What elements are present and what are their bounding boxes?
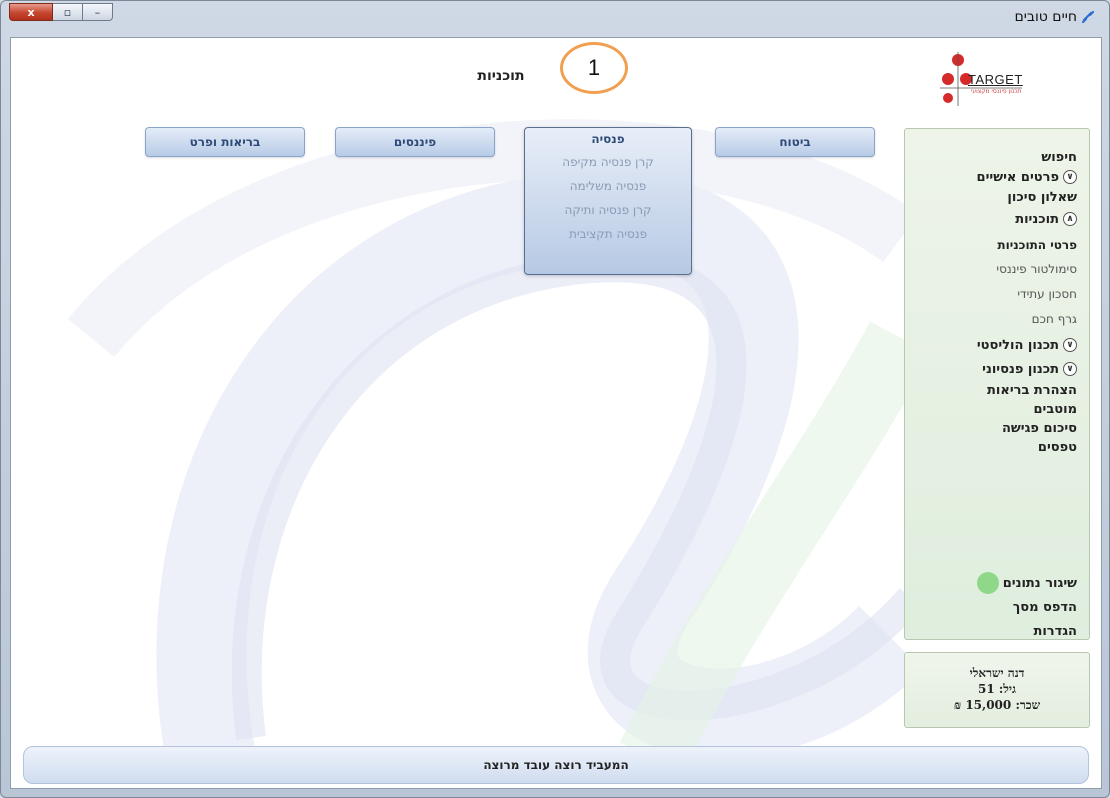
logo-text: TARGET — [968, 72, 1023, 87]
sidebar-item-label: תוכניות — [1015, 211, 1059, 227]
app-window: x ▫ – חיים טובים TARGET תכנון פיננסי מקצ… — [0, 0, 1110, 798]
annotation-marker: 1 — [560, 42, 628, 94]
sidebar-item-meeting-summary[interactable]: סיכום פגישה — [1002, 418, 1077, 438]
sidebar-item-label: מוטבים — [1033, 401, 1077, 417]
sidebar-item-smart-graph[interactable]: גרף חכם — [1032, 309, 1077, 329]
title-bar: x ▫ – חיים טובים — [1, 1, 1109, 37]
nav-finance-button[interactable]: פיננסים — [335, 127, 495, 157]
window-title: חיים טובים — [1014, 9, 1077, 25]
client-name: דנה ישראלי — [969, 666, 1025, 680]
pension-dropdown: פנסיה קרן פנסיה מקיפה פנסיה משלימה קרן פ… — [524, 127, 692, 275]
client-salary: שכר: 15,000 ₪ — [953, 698, 1041, 712]
status-bar: המעביד רוצה עובד מרוצה — [23, 746, 1089, 784]
sidebar-item-label: תכנון פנסיוני — [982, 361, 1059, 377]
print-screen-button[interactable]: הדפס מסך — [1013, 597, 1077, 617]
main-content: TARGET תכנון פיננסי מקצועי תוכניות 1 ביט… — [10, 37, 1102, 789]
sidebar-item-holistic-planning[interactable]: תכנון הוליסטי ∨ — [977, 335, 1077, 355]
client-age: גיל: 51 — [977, 682, 1017, 696]
sidebar-item-label: חיפוש — [1041, 149, 1077, 165]
sidebar-item-label: סימולטור פיננסי — [996, 262, 1077, 276]
sidebar-item-plans[interactable]: תוכניות ∧ — [1015, 209, 1077, 229]
chevron-down-icon: ∨ — [1063, 338, 1077, 352]
window-title-area: חיים טובים — [1014, 9, 1095, 25]
sidebar-item-label: פרטים אישיים — [976, 169, 1059, 185]
sidebar-item-label: סיכום פגישה — [1001, 420, 1077, 436]
sidebar-item-label: שאלון סיכון — [1007, 189, 1077, 205]
nav-insurance-button[interactable]: ביטוח — [715, 127, 875, 157]
sidebar-item-plan-details[interactable]: פרטי התוכניות — [997, 235, 1077, 255]
chevron-up-icon: ∧ — [1063, 212, 1077, 226]
minimize-window-button[interactable]: – — [83, 3, 113, 21]
menu-item-veteran-pension-fund[interactable]: קרן פנסיה ותיקה — [525, 198, 691, 222]
sidebar: חיפוש פרטים אישיים ∨ שאלון סיכון תוכניות… — [904, 128, 1090, 640]
logo-subtext: תכנון פיננסי מקצועי — [971, 88, 1022, 95]
sidebar-item-search[interactable]: חיפוש — [1041, 147, 1077, 167]
menu-item-supplementary-pension[interactable]: פנסיה משלימה — [525, 174, 691, 198]
nav-pension-button[interactable]: פנסיה — [525, 128, 691, 150]
sidebar-item-label: הדפס מסך — [1012, 599, 1077, 615]
link-icon — [1081, 10, 1095, 24]
sidebar-item-risk-questionnaire[interactable]: שאלון סיכון — [1007, 187, 1077, 207]
page-title: תוכניות — [477, 68, 525, 84]
sidebar-item-label: תכנון הוליסטי — [976, 337, 1059, 353]
sidebar-item-forms[interactable]: טפסים — [1038, 437, 1077, 457]
sidebar-item-health-declaration[interactable]: הצהרת בריאות — [987, 380, 1077, 400]
sidebar-item-label: טפסים — [1037, 439, 1077, 455]
sidebar-item-personal-details[interactable]: פרטים אישיים ∨ — [977, 167, 1077, 187]
nav-health-button[interactable]: בריאות ופרט — [145, 127, 305, 157]
sync-status-icon — [976, 572, 999, 594]
sidebar-item-label: פרטי התוכניות — [997, 238, 1077, 252]
sidebar-item-future-savings[interactable]: חסכון עתידי — [1017, 284, 1077, 304]
close-window-button[interactable]: x — [9, 3, 53, 21]
sidebar-item-label: שיגור נתונים — [1002, 575, 1077, 591]
sidebar-item-label: הגדרות — [1033, 623, 1077, 639]
sidebar-item-label: חסכון עתידי — [1017, 287, 1077, 301]
menu-item-budgetary-pension[interactable]: פנסיה תקציבית — [525, 222, 691, 246]
chevron-down-icon: ∨ — [1063, 362, 1077, 376]
client-profile-card: דנה ישראלי גיל: 51 שכר: 15,000 ₪ — [904, 652, 1090, 728]
settings-button[interactable]: הגדרות — [1033, 621, 1077, 641]
sidebar-item-label: הצהרת בריאות — [987, 382, 1077, 398]
sidebar-item-label: גרף חכם — [1031, 312, 1077, 326]
sidebar-item-beneficiaries[interactable]: מוטבים — [1033, 399, 1077, 419]
maximize-window-button[interactable]: ▫ — [53, 3, 83, 21]
sync-data-button[interactable]: שיגור נתונים — [976, 572, 1077, 594]
chevron-down-icon: ∨ — [1063, 170, 1077, 184]
menu-item-comprehensive-pension-fund[interactable]: קרן פנסיה מקיפה — [525, 150, 691, 174]
sidebar-item-pension-planning[interactable]: תכנון פנסיוני ∨ — [982, 359, 1077, 379]
window-controls: x ▫ – — [9, 3, 113, 21]
sidebar-item-financial-simulator[interactable]: סימולטור פיננסי — [996, 259, 1077, 279]
